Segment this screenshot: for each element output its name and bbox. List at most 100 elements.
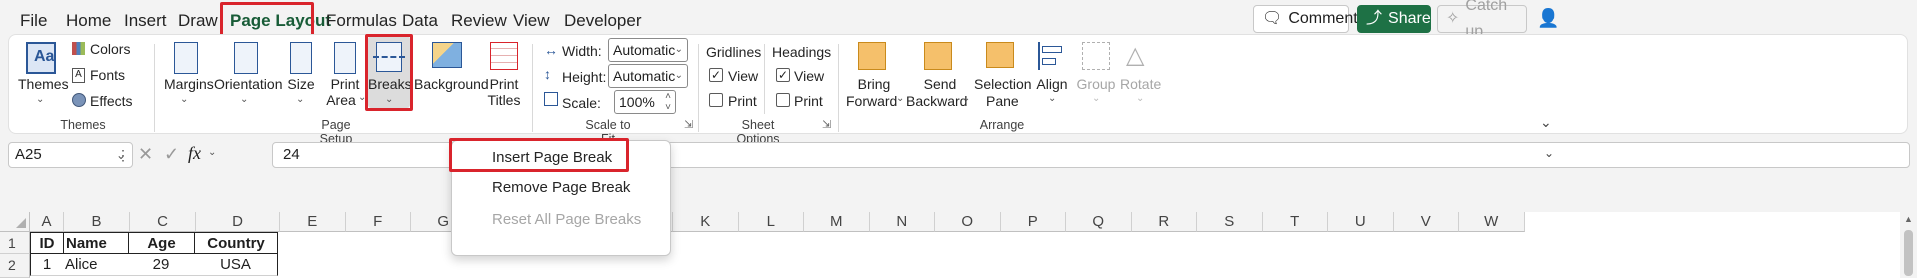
colors-button[interactable]: Colors (90, 41, 130, 58)
divider (698, 44, 699, 132)
column-header-o[interactable]: O (935, 212, 1001, 232)
chevron-down-icon[interactable]: ⌄ (208, 147, 216, 158)
breaks-dropdown-menu: Insert Page Break Remove Page Break Rese… (449, 138, 671, 256)
column-header-u[interactable]: U (1328, 212, 1394, 232)
remove-page-break-item[interactable]: Remove Page Break (492, 179, 630, 196)
column-header-r[interactable]: R (1131, 212, 1197, 232)
size-button[interactable]: Size (286, 76, 316, 93)
column-header-l[interactable]: L (738, 212, 804, 232)
vertical-scrollbar[interactable]: ▲ (1900, 212, 1917, 278)
share-button[interactable]: ⤴Share▾ (1357, 5, 1442, 33)
more-options-icon[interactable]: ⋮ (116, 147, 130, 164)
forward-label[interactable]: Forward (846, 93, 897, 110)
tab-view[interactable]: View (513, 8, 550, 34)
name-box[interactable]: A25 ⌄ (8, 142, 133, 168)
cell-b2[interactable]: Alice (63, 254, 129, 276)
column-header-b[interactable]: B (64, 212, 130, 232)
column-header-t[interactable]: T (1262, 212, 1328, 232)
cell-c2[interactable]: 29 (128, 254, 195, 276)
insert-function-button[interactable]: fx (188, 143, 201, 164)
cell-b1[interactable]: Name (63, 232, 129, 254)
row-header[interactable]: 1 (0, 232, 30, 254)
cell-a2[interactable]: 1 (30, 254, 64, 276)
tab-file[interactable]: File (20, 8, 47, 34)
themes-button[interactable]: Themes (18, 76, 69, 93)
column-header-m[interactable]: M (804, 212, 870, 232)
gridlines-print-checkbox[interactable] (709, 93, 723, 107)
themes-group-label: Themes (60, 118, 106, 132)
bring-label[interactable]: Bring (856, 76, 892, 93)
column-header-c[interactable]: C (130, 212, 196, 232)
row-header[interactable]: 2 (0, 254, 30, 278)
effects-icon (72, 93, 86, 107)
cancel-icon[interactable]: ✕ (138, 144, 153, 165)
scale-label: Scale: (562, 95, 601, 111)
background-button[interactable]: Background (414, 76, 489, 93)
column-header-p[interactable]: P (1000, 212, 1066, 232)
column-header-d[interactable]: D (196, 212, 280, 232)
cell-c1[interactable]: Age (128, 232, 195, 254)
insert-page-break-item[interactable]: Insert Page Break (492, 149, 612, 166)
margins-button[interactable]: Margins (164, 76, 214, 93)
tab-draw[interactable]: Draw (178, 8, 218, 34)
rotate-button[interactable]: Rotate (1120, 76, 1161, 93)
scale-spinner[interactable]: 100% ˄ ˅ (614, 90, 676, 114)
height-icon: ↕ (544, 66, 551, 82)
group-icon (1082, 42, 1110, 70)
column-header-e[interactable]: E (280, 212, 346, 232)
cell-d2[interactable]: USA (194, 254, 278, 276)
column-header-a[interactable]: A (30, 212, 64, 232)
tab-home[interactable]: Home (66, 8, 111, 34)
expand-formula-bar-icon[interactable]: ⌄ (1544, 146, 1554, 160)
effects-button[interactable]: Effects (90, 93, 133, 110)
catch-up-button[interactable]: ✧ Catch up (1437, 0, 1527, 40)
backward-label[interactable]: Backward (906, 93, 967, 110)
scroll-up-icon[interactable]: ▲ (1904, 214, 1913, 224)
column-header-n[interactable]: N (869, 212, 935, 232)
align-icon (1038, 42, 1066, 70)
column-header-q[interactable]: Q (1066, 212, 1132, 232)
headings-print-checkbox[interactable] (776, 93, 790, 107)
height-select[interactable]: Automatic ⌄ (608, 64, 688, 88)
dialog-launcher-icon[interactable]: ⇲ (684, 118, 693, 131)
send-label[interactable]: Send (922, 76, 958, 93)
tab-data[interactable]: Data (402, 8, 438, 34)
width-value: Automatic (613, 42, 676, 58)
print-titles-label-1[interactable]: Print (488, 76, 520, 93)
coauthor-icon[interactable]: 👤 (1537, 8, 1559, 29)
gridlines-print-label: Print (728, 93, 757, 109)
comments-button[interactable]: 🗨 Comments (1253, 5, 1366, 33)
selection-label[interactable]: Selection (974, 76, 1032, 93)
fonts-icon: A (72, 68, 85, 83)
print-area-label-1[interactable]: Print (330, 76, 360, 93)
headings-heading: Headings (772, 44, 832, 60)
dialog-launcher-icon[interactable]: ⇲ (822, 118, 831, 131)
tab-formulas[interactable]: Formulas (326, 8, 397, 34)
select-all-corner[interactable] (0, 212, 30, 232)
headings-view-checkbox[interactable]: ✓ (776, 68, 790, 82)
print-titles-label-2[interactable]: Titles (486, 92, 522, 109)
tab-review[interactable]: Review (451, 8, 507, 34)
column-header-f[interactable]: F (345, 212, 411, 232)
group-button[interactable]: Group (1076, 76, 1116, 93)
spinner-arrows-icon[interactable]: ˄ ˅ (665, 91, 671, 113)
collapse-ribbon-icon[interactable]: ⌄ (1540, 114, 1552, 131)
cell-a1[interactable]: ID (30, 232, 64, 254)
fonts-button[interactable]: Fonts (90, 67, 125, 84)
column-header-k[interactable]: K (673, 212, 739, 232)
column-header-s[interactable]: S (1197, 212, 1263, 232)
width-select[interactable]: Automatic ⌄ (608, 38, 688, 62)
scrollbar-thumb[interactable] (1904, 230, 1913, 276)
pane-label[interactable]: Pane (986, 93, 1019, 110)
print-area-label-2[interactable]: Area (326, 92, 356, 109)
reset-all-page-breaks-item[interactable]: Reset All Page Breaks (492, 211, 641, 228)
tab-developer[interactable]: Developer (564, 8, 642, 34)
align-button[interactable]: Align (1036, 76, 1068, 93)
tab-insert[interactable]: Insert (124, 8, 167, 34)
orientation-button[interactable]: Orientation (214, 76, 282, 93)
enter-icon[interactable]: ✓ (164, 144, 179, 165)
gridlines-view-checkbox[interactable]: ✓ (709, 68, 723, 82)
cell-d1[interactable]: Country (194, 232, 278, 254)
column-header-v[interactable]: V (1393, 212, 1459, 232)
column-header-w[interactable]: W (1459, 212, 1525, 232)
